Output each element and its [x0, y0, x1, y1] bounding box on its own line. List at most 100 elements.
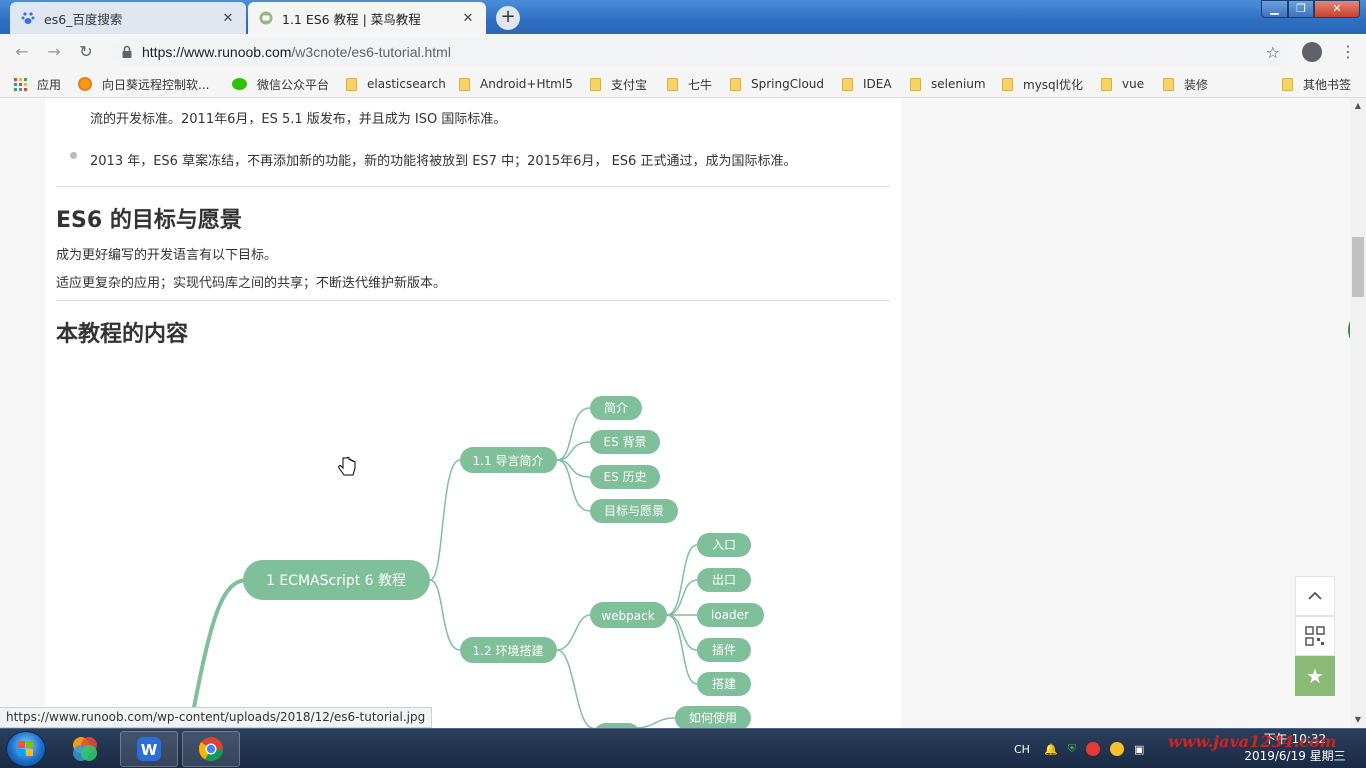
bookmark-folder-alipay[interactable]: 支付宝	[590, 76, 647, 92]
sunflower-icon	[78, 77, 92, 91]
start-button[interactable]	[6, 731, 46, 767]
bookmark-folder-android[interactable]: Android+Html5	[459, 76, 573, 92]
svg-text:1 ECMAScript 6 教程: 1 ECMAScript 6 教程	[266, 573, 406, 589]
add-icon[interactable]	[1109, 742, 1124, 756]
page-viewport: 流的开发标准。2011年6月，ES 5.1 版发布，并且成为 ISO 国际标准。…	[0, 98, 1350, 728]
mindmap-node-intro: 1.1 导言简介	[460, 447, 557, 473]
folder-icon	[590, 77, 601, 91]
bookmark-folder-decoration[interactable]: 装修	[1163, 76, 1208, 92]
svg-text:loader: loader	[711, 608, 749, 622]
folder-icon	[1282, 77, 1293, 91]
bookmark-folder-idea[interactable]: IDEA	[842, 76, 892, 92]
hand-cursor-icon	[338, 456, 356, 476]
back-to-top-button[interactable]	[1295, 576, 1335, 616]
heading-goals: ES6 的目标与愿景	[56, 208, 242, 233]
windows-logo-icon	[18, 741, 33, 756]
bookmark-folder-other[interactable]: 其他书签	[1282, 76, 1351, 92]
bullet-icon	[70, 152, 77, 159]
chevron-up-icon	[1308, 591, 1322, 600]
url-text: https://www.runoob.com/w3cnote/es6-tutor…	[142, 44, 451, 60]
mindmap-leaf: 简介	[590, 396, 642, 420]
svg-text:目标与愿景: 目标与愿景	[604, 504, 664, 518]
mindmap-node-env: 1.2 环境搭建	[460, 637, 557, 663]
mindmap-leaf: 如何使用	[675, 706, 751, 728]
bookmark-folder-elasticsearch[interactable]: elasticsearch	[346, 76, 446, 92]
paragraph: 适应更复杂的应用；实现代码库之间的共享；不断迭代维护新版本。	[56, 276, 447, 291]
paragraph: 成为更好编写的开发语言有以下目标。	[56, 248, 278, 263]
minimize-window-button[interactable]: ▁	[1261, 0, 1288, 18]
forward-arrow-icon[interactable]: →	[44, 42, 64, 62]
scroll-down-arrow-icon[interactable]: ▼	[1350, 712, 1366, 728]
mindmap-leaf: ES 历史	[590, 465, 660, 489]
security-shield-icon[interactable]: ⛨	[1068, 742, 1076, 756]
bookmark-star-icon[interactable]: ☆	[1266, 43, 1280, 62]
menu-kebab-icon[interactable]: ⋮	[1340, 42, 1356, 62]
bookmark-folder-springcloud[interactable]: SpringCloud	[730, 76, 824, 92]
svg-text:入口: 入口	[712, 538, 736, 552]
svg-text:1.2 环境搭建: 1.2 环境搭建	[473, 643, 544, 658]
svg-text:ES 背景: ES 背景	[603, 435, 646, 449]
tab-es6-tutorial[interactable]: 1.1 ES6 教程 | 菜鸟教程 ✕	[248, 2, 486, 34]
mindmap-node-webpack: webpack	[590, 602, 667, 628]
address-bar[interactable]: https://www.runoob.com/w3cnote/es6-tutor…	[112, 38, 1292, 66]
ime-indicator[interactable]: CH	[1014, 729, 1030, 768]
scrollbar-thumb[interactable]	[1352, 237, 1364, 297]
mindmap-leaf: loader	[697, 603, 764, 627]
svg-text:W: W	[141, 741, 158, 759]
svg-text:1.1 导言简介: 1.1 导言简介	[473, 454, 544, 468]
favorite-button[interactable]: ★	[1295, 656, 1335, 696]
svg-text:出口: 出口	[712, 573, 736, 587]
new-tab-button[interactable]: +	[496, 6, 520, 30]
tab-baidu-search[interactable]: es6_百度搜索 ✕	[10, 2, 246, 34]
mindmap-root-node: 1 ECMAScript 6 教程	[243, 560, 430, 600]
folder-icon	[1101, 77, 1112, 91]
folder-icon	[910, 77, 921, 91]
tab-strip: es6_百度搜索 ✕ 1.1 ES6 教程 | 菜鸟教程 ✕ + ▁ ❐ ✕	[0, 0, 1366, 34]
chrome-icon	[198, 737, 223, 762]
bookmark-folder-selenium[interactable]: selenium	[910, 76, 986, 92]
apps-grid-icon	[14, 77, 27, 91]
bookmark-wechat[interactable]: 微信公众平台	[232, 76, 329, 92]
link-status-bubble: https://www.runoob.com/wp-content/upload…	[0, 707, 433, 728]
back-arrow-icon[interactable]: ←	[12, 42, 32, 62]
svg-text:ES 历史: ES 历史	[603, 470, 646, 484]
mindmap-leaf: 入口	[697, 533, 751, 557]
reload-icon[interactable]: ↻	[76, 42, 96, 62]
notification-bell-icon[interactable]: 🔔	[1044, 743, 1058, 756]
taskbar-app-chrome[interactable]	[182, 731, 240, 767]
profile-avatar-icon[interactable]	[1302, 42, 1322, 62]
close-tab-icon[interactable]: ✕	[460, 11, 476, 26]
article-content: 流的开发标准。2011年6月，ES 5.1 版发布，并且成为 ISO 国际标准。…	[45, 98, 901, 728]
bookmarks-bar: 应用 向日葵远程控制软... 微信公众平台 elasticsearch Andr…	[0, 70, 1366, 98]
wechat-icon	[232, 78, 247, 90]
list-item: 2013 年，ES6 草案冻结，不再添加新的功能，新的功能将被放到 ES7 中；…	[90, 154, 797, 169]
bookmark-folder-mysql[interactable]: mysql优化	[1002, 76, 1083, 92]
taskbar-app-photos[interactable]	[56, 731, 114, 767]
antivirus-icon[interactable]	[1085, 742, 1100, 756]
folder-icon	[730, 77, 741, 91]
runoob-icon	[258, 10, 274, 26]
bookmark-sunflower[interactable]: 向日葵远程控制软...	[78, 76, 209, 92]
bookmark-folder-qiniu[interactable]: 七牛	[667, 76, 712, 92]
divider	[56, 186, 890, 187]
maximize-window-button[interactable]: ❐	[1288, 0, 1314, 18]
mindmap-leaf: 目标与愿景	[590, 499, 678, 523]
lock-icon	[122, 45, 132, 58]
svg-text:简介: 简介	[604, 401, 628, 415]
scroll-up-arrow-icon[interactable]: ▲	[1350, 98, 1366, 114]
bookmark-folder-vue[interactable]: vue	[1101, 76, 1144, 92]
qr-code-button[interactable]	[1295, 616, 1335, 656]
svg-text:webpack: webpack	[601, 609, 654, 623]
network-icon[interactable]: ▣	[1134, 743, 1144, 756]
divider	[56, 300, 890, 301]
taskbar-app-wps[interactable]: W	[120, 731, 178, 767]
bookmark-apps[interactable]: 应用	[14, 76, 61, 92]
folder-icon	[667, 77, 678, 91]
page-scrollbar[interactable]: ▲ ▼	[1350, 98, 1366, 728]
watermark-text: www.java1234.com	[1168, 732, 1337, 751]
close-window-button[interactable]: ✕	[1314, 0, 1360, 18]
close-tab-icon[interactable]: ✕	[220, 11, 236, 26]
es6-tutorial-mindmap[interactable]: 1 ECMAScript 6 教程 1.1 导言简介 1.2 环境搭建 简介 E…	[45, 343, 901, 728]
windows-taskbar: W CH 🔔 ⛨ ▣ 下午 10:32 2019/6/19 星期三	[0, 728, 1366, 768]
qr-code-icon	[1305, 626, 1325, 646]
